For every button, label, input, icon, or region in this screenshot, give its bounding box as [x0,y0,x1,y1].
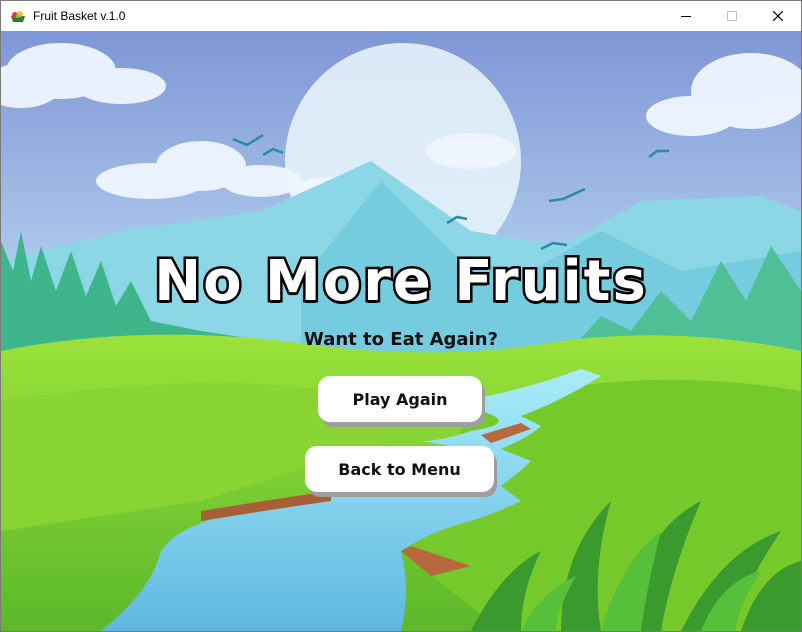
minimize-icon [681,16,691,17]
game-window: Fruit Basket v.1.0 No More Fruits Want t… [0,0,802,632]
close-button[interactable] [755,1,801,31]
window-title: Fruit Basket v.1.0 [33,9,126,23]
close-icon [773,11,783,21]
back-to-menu-button[interactable]: Back to Menu [305,446,494,492]
fruit-basket-app-icon [11,11,25,22]
play-again-button[interactable]: Play Again [318,376,482,422]
game-scene: No More Fruits Want to Eat Again? Play A… [1,31,801,631]
maximize-button[interactable] [709,1,755,31]
minimize-button[interactable] [663,1,709,31]
title-bar[interactable]: Fruit Basket v.1.0 [1,1,801,31]
game-over-subheading: Want to Eat Again? [304,329,498,350]
maximize-icon [727,11,737,21]
game-over-heading: No More Fruits [152,247,649,317]
